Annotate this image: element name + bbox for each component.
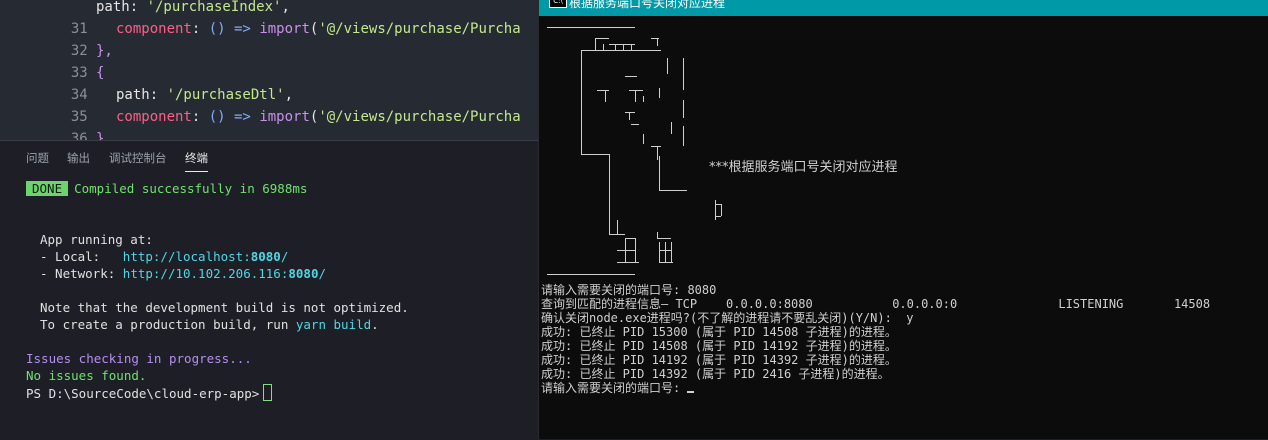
cmd-cursor[interactable] — [687, 391, 695, 393]
code-line: 36 component: () => import('@/views/purch… — [0, 106, 521, 140]
cmd-title-bar[interactable]: C:\ 根据服务端口号关闭对应进程 — [539, 0, 1268, 16]
code-token: () => — [208, 109, 251, 125]
code-token: import — [259, 109, 310, 125]
code-token: () => — [208, 21, 251, 37]
prompt-line[interactable]: PS D:\SourceCode\cloud-erp-app> — [26, 384, 273, 402]
cmd-line: 成功: 已终止 PID 14392 (属于 PID 2416 子进程)的进程。 — [541, 367, 890, 381]
shell-prompt: PS D:\SourceCode\cloud-erp-app> — [26, 386, 260, 401]
cmd-header-text: ***根据服务端口号关闭对应进程 — [709, 160, 898, 175]
code-line: 35 path: '/purchaseDtl', — [0, 84, 293, 125]
code-token: { — [96, 65, 105, 81]
code-line: 37}, — [0, 128, 113, 140]
note-line-2: To create a production build, run yarn b… — [40, 317, 379, 332]
cmd-line: 请输入需要关闭的端口号: 8080 — [541, 283, 717, 297]
note-line-1: Note that the development build is not o… — [40, 300, 409, 315]
network-url-line: - Network: http://10.102.206.116:8080/ — [40, 265, 326, 282]
code-token: '/purchaseDtl' — [166, 87, 285, 103]
code-token: }, — [96, 131, 113, 140]
code-token: '@/views/purchase/Purcha — [318, 21, 521, 37]
code-editor[interactable]: 31 path: '/purchaseIndex', 32 component: (… — [0, 0, 538, 140]
cmd-window-title: 根据服务端口号关闭对应进程 — [569, 0, 726, 10]
local-url-line: - Local: http://localhost:8080/ — [40, 248, 288, 265]
app-running-label: App running at: — [40, 232, 153, 247]
code-line: 32 component: () => import('@/views/purch… — [0, 18, 521, 59]
compile-message: Compiled successfully in 6988ms — [74, 181, 308, 196]
code-token: path — [116, 87, 150, 103]
cmd-line: 成功: 已终止 PID 14192 (属于 PID 14392 子进程)的进程。 — [541, 353, 897, 367]
code-token: }, — [96, 43, 113, 59]
code-token: component — [116, 21, 192, 37]
tab-debug-console[interactable]: 调试控制台 — [109, 150, 167, 166]
panel-tabs: 问题 输出 调试控制台 终端 — [0, 141, 538, 175]
issues-checking-line: Issues checking in progress... — [26, 351, 252, 366]
cmd-line: 成功: 已终止 PID 15300 (属于 PID 14508 子进程)的进程。 — [541, 325, 897, 339]
cmd-line: 成功: 已终止 PID 14508 (属于 PID 14192 子进程)的进程。 — [541, 339, 897, 353]
code-line: 33}, — [0, 40, 113, 81]
terminal-panel: 问题 输出 调试控制台 终端 DONE Compiled successfully… — [0, 140, 538, 440]
code-token: path — [96, 0, 130, 15]
code-token: import — [259, 21, 310, 37]
code-token: '/purchaseIndex' — [146, 0, 282, 15]
cmd-input-line[interactable]: 请输入需要关闭的端口号: — [541, 381, 695, 395]
tab-problems[interactable]: 问题 — [26, 150, 49, 166]
cmd-icon: C:\ — [549, 0, 567, 8]
code-line: 31 path: '/purchaseIndex', — [0, 0, 290, 37]
code-token: component — [116, 109, 192, 125]
cmd-line: 查询到匹配的进程信息— TCP 0.0.0.0:8080 0.0.0.0:0 L… — [541, 297, 1211, 311]
code-token: '@/views/purchase/Purcha — [318, 109, 521, 125]
cmd-prompt: 请输入需要关闭的端口号: — [541, 381, 688, 395]
local-label: - Local: — [40, 249, 123, 264]
local-url[interactable]: http://localhost:8080/ — [123, 249, 289, 264]
done-badge: DONE — [26, 181, 69, 196]
compile-status-line: DONE Compiled successfully in 6988ms — [26, 180, 307, 197]
network-label: - Network: — [40, 266, 123, 281]
code-line: 34{ — [0, 62, 105, 103]
tab-output[interactable]: 输出 — [67, 150, 90, 166]
terminal-cursor[interactable] — [263, 384, 273, 401]
tab-terminal[interactable]: 终端 — [185, 150, 208, 172]
cmd-line: 确认关闭node.exe进程吗?(不了解的进程请不要乱关闭)(Y/N): y — [541, 311, 914, 325]
yarn-build-command: yarn build — [295, 317, 372, 332]
no-issues-line: No issues found. — [26, 368, 147, 383]
cmd-window[interactable]: C:\ 根据服务端口号关闭对应进程 ***根据服务端口号关闭对应进程 请输入需要… — [538, 0, 1268, 439]
network-url[interactable]: http://10.102.206.116:8080/ — [123, 266, 326, 281]
